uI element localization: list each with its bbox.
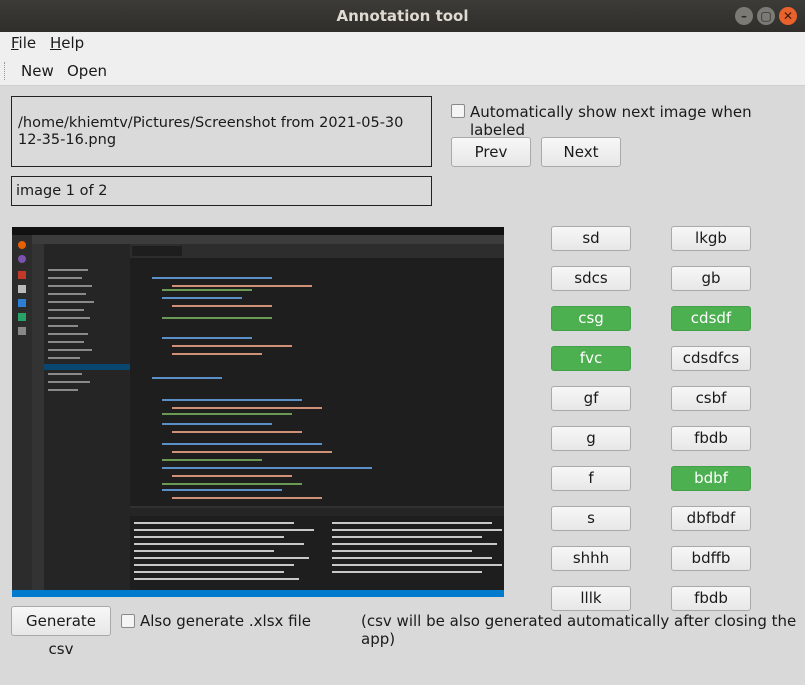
title-bar: Annotation tool – ▢ ✕ xyxy=(0,0,805,32)
xlsx-checkbox[interactable] xyxy=(121,614,135,628)
label-button-9[interactable]: csbf xyxy=(671,386,751,411)
image-counter: image 1 of 2 xyxy=(11,176,432,206)
label-button-15[interactable]: dbfbdf xyxy=(671,506,751,531)
label-button-6[interactable]: fvc xyxy=(551,346,631,371)
label-button-7[interactable]: cdsdfcs xyxy=(671,346,751,371)
image-path-display: /home/khiemtv/Pictures/Screenshot from 2… xyxy=(11,96,432,167)
minimize-button[interactable]: – xyxy=(735,7,753,25)
new-button[interactable]: New xyxy=(21,62,54,80)
toolbar-grip[interactable] xyxy=(4,62,7,80)
label-button-2[interactable]: sdcs xyxy=(551,266,631,291)
label-button-17[interactable]: bdffb xyxy=(671,546,751,571)
toolbar: New Open xyxy=(0,56,805,86)
window-title: Annotation tool xyxy=(336,7,469,25)
label-button-14[interactable]: s xyxy=(551,506,631,531)
open-button[interactable]: Open xyxy=(67,62,107,80)
csv-note: (csv will be also generated automaticall… xyxy=(361,612,797,648)
next-button[interactable]: Next xyxy=(541,137,621,167)
image-path-line-2: 12-35-16.png xyxy=(18,132,117,148)
label-button-11[interactable]: fbdb xyxy=(671,426,751,451)
menu-help[interactable]: Help xyxy=(50,34,84,52)
auto-next-checkbox[interactable] xyxy=(451,104,465,118)
label-button-10[interactable]: g xyxy=(551,426,631,451)
label-button-8[interactable]: gf xyxy=(551,386,631,411)
label-button-19[interactable]: fbdb xyxy=(671,586,751,611)
close-button[interactable]: ✕ xyxy=(779,7,797,25)
image-path-line-1: /home/khiemtv/Pictures/Screenshot from 2… xyxy=(18,115,404,131)
label-button-16[interactable]: shhh xyxy=(551,546,631,571)
label-button-13[interactable]: bdbf xyxy=(671,466,751,491)
window-controls: – ▢ ✕ xyxy=(735,7,797,25)
label-button-12[interactable]: f xyxy=(551,466,631,491)
prev-button[interactable]: Prev xyxy=(451,137,531,167)
xlsx-label: Also generate .xlsx file xyxy=(140,612,312,630)
menu-bar: File Help xyxy=(0,32,805,56)
label-button-0[interactable]: sd xyxy=(551,226,631,251)
preview-image xyxy=(12,227,504,597)
menu-file[interactable]: File xyxy=(11,34,36,52)
label-button-4[interactable]: csg xyxy=(551,306,631,331)
image-preview xyxy=(12,227,504,597)
label-button-3[interactable]: gb xyxy=(671,266,751,291)
label-button-5[interactable]: cdsdf xyxy=(671,306,751,331)
label-button-18[interactable]: lllk xyxy=(551,586,631,611)
auto-next-label: Automatically show next image when label… xyxy=(470,103,752,139)
label-button-1[interactable]: lkgb xyxy=(671,226,751,251)
maximize-button[interactable]: ▢ xyxy=(757,7,775,25)
generate-csv-button[interactable]: Generate csv xyxy=(11,606,111,658)
